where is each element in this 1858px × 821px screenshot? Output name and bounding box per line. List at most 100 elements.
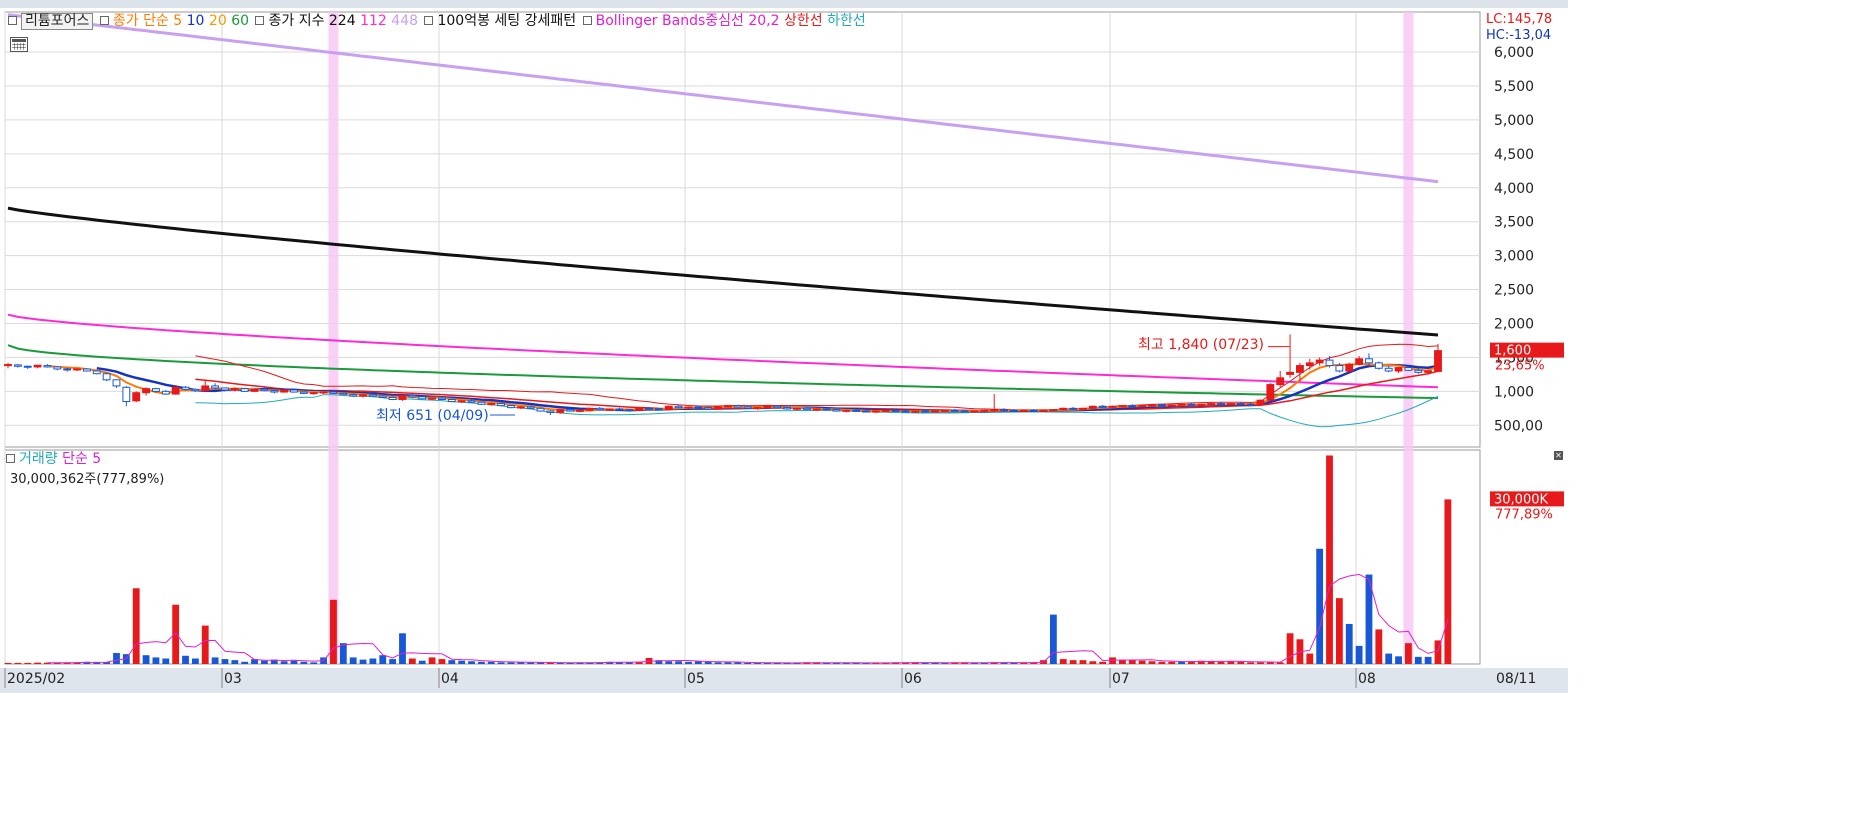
legend-toggle-box[interactable]: [424, 16, 434, 25]
candle-body: [1325, 359, 1334, 367]
candle-body: [921, 410, 930, 413]
candle-body: [881, 409, 890, 412]
candle-body: [1355, 358, 1364, 365]
candle-body: [132, 392, 141, 402]
x-tick-label: 05: [687, 671, 705, 687]
last-change-label: 23,65%: [1495, 359, 1545, 374]
candle-body: [142, 388, 150, 394]
legend-toggle-box[interactable]: [8, 16, 17, 25]
candle-body: [378, 395, 387, 398]
candle-body: [1424, 370, 1433, 373]
volume-bar: [1335, 598, 1343, 664]
candle-body: [408, 394, 417, 398]
candle-body: [1434, 350, 1442, 372]
candle-body: [901, 410, 910, 413]
candle-body: [1098, 405, 1107, 408]
volume-bar: [1405, 643, 1412, 664]
legend-bb-upper[interactable]: 상한선: [784, 13, 823, 29]
volume-bar: [507, 662, 515, 664]
candle-body: [1059, 407, 1068, 411]
price-volume-chart[interactable]: 2025/02 03 04 05 06 07 08 08/11500,001,0001,500…: [0, 8, 1568, 693]
volume-legend: 거래량 단순 5: [6, 451, 101, 467]
volume-bar: [300, 661, 308, 664]
candle-body: [990, 409, 999, 412]
x-tick-label: 03: [224, 671, 242, 687]
volume-bar: [201, 625, 209, 664]
candle-body: [871, 410, 880, 413]
candle-body: [4, 364, 12, 367]
candle-body: [674, 405, 683, 409]
volume-bar: [1345, 623, 1353, 664]
legend-ema224[interactable]: 종가 지수 224: [268, 13, 355, 29]
legend-pattern[interactable]: 100억봉 세팅 강세패턴: [437, 13, 576, 29]
candle-body: [684, 406, 693, 409]
volume-value-readout: 30,000,362주(777,89%): [10, 472, 165, 487]
legend-toggle-box[interactable]: [255, 16, 265, 25]
volume-bar: [1355, 645, 1363, 664]
volume-legend-label[interactable]: 거래량: [19, 451, 58, 467]
candle-body: [1226, 403, 1235, 406]
candle-body: [1286, 371, 1294, 375]
volume-bar: [1069, 660, 1077, 664]
calendar-icon[interactable]: [10, 37, 28, 52]
legend-ema112[interactable]: 112: [360, 13, 387, 29]
candle-body: [497, 403, 506, 407]
volume-bar: [704, 661, 712, 664]
candle-body: [221, 387, 229, 391]
volume-bar: [182, 655, 189, 664]
candle-body: [1088, 405, 1097, 409]
candle-body: [92, 370, 101, 375]
candle-body: [1315, 359, 1324, 364]
legend-toggle-box[interactable]: [6, 454, 15, 463]
volume-bar: [1316, 548, 1324, 664]
volume-bar: [34, 662, 41, 664]
volume-bar: [497, 662, 505, 664]
y-tick-label: 5,500: [1494, 79, 1534, 95]
close-icon[interactable]: ✕: [1554, 451, 1563, 460]
last-volume-change: 777,89%: [1495, 507, 1553, 522]
legend-toggle-box[interactable]: [99, 16, 109, 25]
legend-bb-mid[interactable]: Bollinger Bands중심선 20,2: [596, 13, 780, 29]
legend-bb-lower[interactable]: 하한선: [827, 13, 866, 29]
legend-ma20[interactable]: 20: [209, 13, 227, 29]
legend-stock-name[interactable]: 리튬포어스: [21, 13, 94, 30]
candle-body: [773, 405, 782, 409]
volume-bar: [438, 659, 446, 664]
volume-bar: [1266, 662, 1274, 664]
annotation-high: 최고 1,840 (07/23): [1138, 337, 1264, 353]
candle-body: [428, 397, 436, 400]
volume-bar: [685, 661, 692, 664]
legend-ma-label[interactable]: 종가 단순 5: [113, 13, 182, 29]
candle-body: [891, 409, 900, 412]
volume-bar: [724, 662, 732, 664]
highlight-band: [328, 12, 339, 664]
legend-ema448[interactable]: 448: [391, 13, 418, 29]
legend-toggle-box[interactable]: [582, 16, 592, 25]
candle-body: [546, 410, 555, 413]
candle-body: [368, 394, 377, 397]
candle-body: [970, 410, 979, 413]
volume-bar: [1326, 455, 1333, 664]
last-price-label: 1,600: [1494, 344, 1531, 359]
candle-body: [1128, 405, 1137, 408]
candle-body: [694, 406, 703, 409]
candle-body: [980, 409, 989, 412]
volume-bar: [152, 657, 160, 664]
volume-bar: [191, 658, 199, 664]
candle-body: [793, 407, 801, 410]
candle-body: [181, 386, 190, 390]
candle-body: [556, 409, 565, 413]
volume-bar: [734, 662, 742, 664]
volume-legend-ma[interactable]: 단순 5: [62, 451, 101, 467]
volume-bar: [1306, 653, 1314, 664]
volume-bar: [330, 599, 337, 664]
volume-bar: [369, 658, 377, 664]
volume-bar: [113, 653, 120, 664]
x-tick-label: 07: [1112, 671, 1130, 687]
volume-bar: [1237, 661, 1245, 664]
legend-ma60[interactable]: 60: [231, 13, 249, 29]
candle-body: [812, 408, 821, 411]
candle-body: [191, 388, 200, 392]
candle-body: [487, 403, 496, 406]
legend-ma10[interactable]: 10: [187, 13, 205, 29]
